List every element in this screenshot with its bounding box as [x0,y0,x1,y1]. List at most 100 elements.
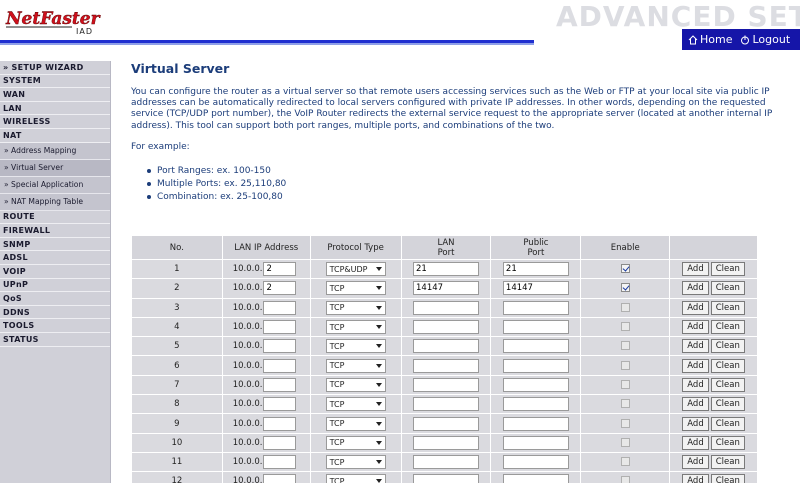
enable-checkbox[interactable] [620,457,630,467]
protocol-select[interactable]: TCP [325,281,386,296]
clean-button[interactable]: Clean [710,320,745,335]
lan-ip-last-octet-input[interactable] [263,435,297,450]
public-port-input[interactable] [502,416,569,431]
sidebar-item-adsl[interactable]: ADSL [0,251,110,265]
lan-ip-last-octet-input[interactable] [263,262,297,277]
lan-port-input[interactable] [413,320,479,335]
lan-port-input[interactable] [413,455,479,470]
lan-port-input[interactable] [413,300,479,315]
add-button[interactable]: Add [682,416,709,431]
enable-checkbox[interactable] [620,302,630,312]
public-port-input[interactable] [502,377,569,392]
sidebar-item-lan[interactable]: LAN [0,102,110,116]
clean-button[interactable]: Clean [710,281,745,296]
sidebar-item-special-application[interactable]: » Special Application [0,176,110,194]
sidebar-item-ddns[interactable]: DDNS [0,306,110,320]
clean-button[interactable]: Clean [710,339,745,354]
lan-ip-last-octet-input[interactable] [263,397,297,412]
sidebar-item-route[interactable]: ROUTE [0,211,110,225]
clean-button[interactable]: Clean [710,474,745,483]
sidebar-item-virtual-server[interactable]: » Virtual Server [0,159,110,177]
clean-button[interactable]: Clean [710,455,745,470]
clean-button[interactable]: Clean [710,300,745,315]
protocol-select[interactable]: TCP [325,435,386,450]
clean-button[interactable]: Clean [710,397,745,412]
add-button[interactable]: Add [682,358,709,373]
protocol-select[interactable]: TCP [325,416,386,431]
enable-checkbox[interactable] [620,379,630,389]
enable-checkbox[interactable] [620,341,630,351]
lan-port-input[interactable] [413,281,479,296]
public-port-input[interactable] [502,455,569,470]
protocol-select[interactable]: TCP [325,339,386,354]
add-button[interactable]: Add [682,262,709,277]
enable-checkbox[interactable] [620,418,630,428]
lan-port-input[interactable] [413,377,479,392]
public-port-input[interactable] [502,474,569,483]
add-button[interactable]: Add [682,397,709,412]
lan-ip-last-octet-input[interactable] [263,300,297,315]
lan-port-input[interactable] [413,416,479,431]
public-port-input[interactable] [502,339,569,354]
home-link[interactable]: Home [688,33,732,46]
sidebar-item-snmp[interactable]: SNMP [0,238,110,252]
logout-link[interactable]: Logout [740,33,790,46]
lan-ip-last-octet-input[interactable] [263,416,297,431]
sidebar-item-wireless[interactable]: WIRELESS [0,115,110,129]
enable-checkbox[interactable] [620,283,630,293]
enable-checkbox[interactable] [620,360,630,370]
sidebar-item-tools[interactable]: TOOLS [0,319,110,333]
add-button[interactable]: Add [682,320,709,335]
sidebar-item-setup-wizard[interactable]: » SETUP WIZARD [0,61,110,75]
sidebar-item-qos[interactable]: QoS [0,292,110,306]
add-button[interactable]: Add [682,435,709,450]
sidebar-item-upnp[interactable]: UPnP [0,279,110,293]
add-button[interactable]: Add [682,377,709,392]
protocol-select[interactable]: TCP [325,455,386,470]
sidebar-item-firewall[interactable]: FIREWALL [0,224,110,238]
protocol-select[interactable]: TCP [325,320,386,335]
public-port-input[interactable] [502,358,569,373]
lan-port-input[interactable] [413,339,479,354]
sidebar-item-address-mapping[interactable]: » Address Mapping [0,142,110,160]
lan-port-input[interactable] [413,262,479,277]
lan-port-input[interactable] [413,435,479,450]
protocol-select[interactable]: TCP [325,358,386,373]
public-port-input[interactable] [502,397,569,412]
clean-button[interactable]: Clean [710,377,745,392]
protocol-select[interactable]: TCP&UDP [325,262,386,277]
lan-ip-last-octet-input[interactable] [263,474,297,483]
add-button[interactable]: Add [682,300,709,315]
lan-ip-last-octet-input[interactable] [263,358,297,373]
protocol-select[interactable]: TCP [325,300,386,315]
enable-checkbox[interactable] [620,437,630,447]
add-button[interactable]: Add [682,339,709,354]
public-port-input[interactable] [502,320,569,335]
sidebar-item-status[interactable]: STATUS [0,333,110,347]
lan-port-input[interactable] [413,474,479,483]
enable-checkbox[interactable] [620,264,630,274]
protocol-select[interactable]: TCP [325,474,386,483]
public-port-input[interactable] [502,262,569,277]
clean-button[interactable]: Clean [710,358,745,373]
lan-ip-last-octet-input[interactable] [263,339,297,354]
public-port-input[interactable] [502,281,569,296]
enable-checkbox[interactable] [620,476,630,483]
add-button[interactable]: Add [682,474,709,483]
clean-button[interactable]: Clean [710,435,745,450]
add-button[interactable]: Add [682,455,709,470]
add-button[interactable]: Add [682,281,709,296]
clean-button[interactable]: Clean [710,416,745,431]
lan-port-input[interactable] [413,358,479,373]
protocol-select[interactable]: TCP [325,377,386,392]
enable-checkbox[interactable] [620,399,630,409]
sidebar-item-system[interactable]: SYSTEM [0,75,110,89]
lan-ip-last-octet-input[interactable] [263,455,297,470]
sidebar-item-nat[interactable]: NAT [0,129,110,143]
sidebar-item-nat-mapping-table[interactable]: » NAT Mapping Table [0,193,110,211]
public-port-input[interactable] [502,300,569,315]
protocol-select[interactable]: TCP [325,397,386,412]
lan-ip-last-octet-input[interactable] [263,281,297,296]
sidebar-item-wan[interactable]: WAN [0,88,110,102]
lan-ip-last-octet-input[interactable] [263,377,297,392]
